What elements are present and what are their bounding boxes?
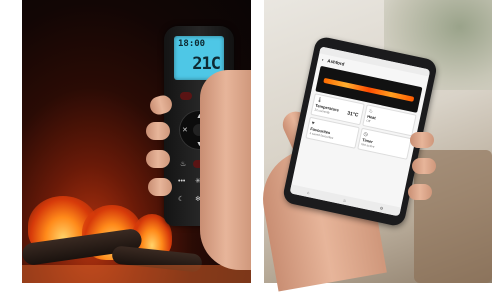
remote-button-red-left[interactable] xyxy=(180,92,192,100)
moon-icon[interactable]: ☾ xyxy=(178,196,184,203)
dpad-left-icon[interactable]: ✕ xyxy=(182,127,188,134)
lcd-temperature: 21C xyxy=(192,54,221,74)
back-icon[interactable]: ‹ xyxy=(322,57,325,62)
right-finger xyxy=(410,132,434,148)
lcd-time: 18:00 xyxy=(178,39,206,49)
dots-icon[interactable]: ••• xyxy=(178,178,185,185)
nav-home-icon[interactable]: ⌂ xyxy=(307,190,310,195)
app-title: Ashford xyxy=(327,57,345,67)
left-hand xyxy=(148,178,172,196)
nav-flame-icon[interactable]: ♨ xyxy=(342,197,347,203)
nav-settings-icon[interactable]: ⚙ xyxy=(379,205,384,211)
left-hand xyxy=(146,122,170,140)
photo-divider xyxy=(251,0,264,283)
left-palm xyxy=(200,70,252,270)
right-finger xyxy=(408,184,432,200)
left-hand xyxy=(146,150,170,168)
flame-icon[interactable]: ♨ xyxy=(180,161,186,168)
right-finger xyxy=(412,158,436,174)
